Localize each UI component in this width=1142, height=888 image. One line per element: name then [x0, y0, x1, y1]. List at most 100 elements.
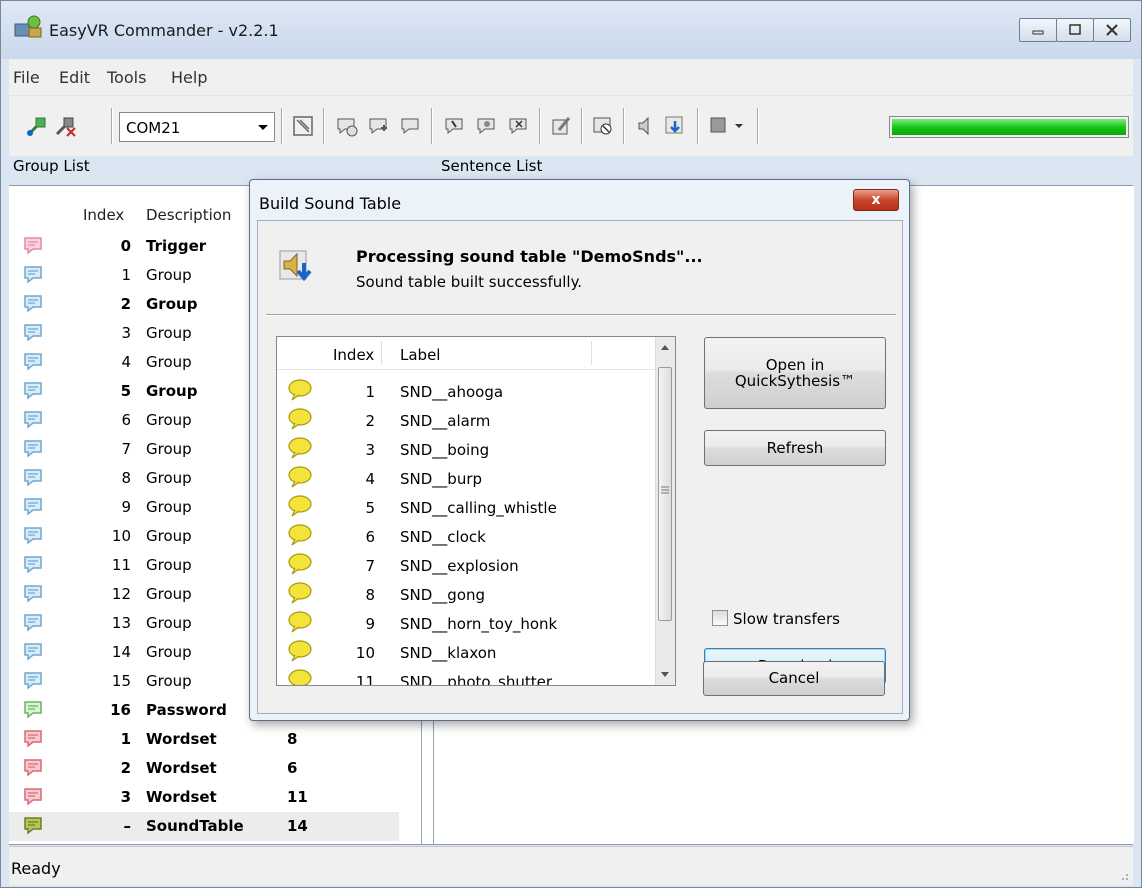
minimize-icon — [1032, 30, 1044, 35]
group-index-header[interactable]: Index — [83, 206, 124, 224]
sound-index: 9 — [365, 615, 375, 633]
sound-bubble-icon — [288, 611, 312, 633]
menu-edit[interactable]: Edit — [59, 68, 90, 87]
group-row[interactable]: 1 Wordset 8 — [9, 725, 399, 754]
group-index: 9 — [121, 498, 131, 516]
sound-bubble-icon — [288, 640, 312, 662]
speech-bubble-blue-icon — [24, 266, 42, 284]
sound-row[interactable]: 7 SND__explosion — [277, 551, 657, 580]
close-icon — [1106, 24, 1118, 36]
refresh-button[interactable]: Refresh — [704, 430, 886, 466]
group-description: SoundTable — [146, 817, 244, 835]
sound-row[interactable]: 2 SND__alarm — [277, 406, 657, 435]
maximize-button[interactable] — [1056, 18, 1094, 42]
toolbar: COM21 — [9, 95, 1133, 156]
sound-list-scrollbar[interactable] — [655, 337, 675, 685]
sound-list-header: Index Label — [277, 337, 657, 370]
scroll-thumb[interactable] — [658, 367, 672, 621]
group-index: 3 — [120, 788, 131, 806]
sound-download-icon[interactable] — [663, 114, 687, 138]
sound-row[interactable]: 1 SND__ahooga — [277, 377, 657, 406]
sound-bubble-icon — [288, 553, 312, 575]
add-group-icon[interactable] — [335, 114, 359, 138]
sound-row[interactable]: 6 SND__clock — [277, 522, 657, 551]
open-quicksynthesis-button[interactable]: Open in QuickSythesis™ — [704, 337, 886, 409]
sound-label: SND__explosion — [400, 557, 519, 575]
chevron-down-icon[interactable] — [252, 113, 274, 141]
edit-icon[interactable] — [549, 114, 573, 138]
speech-bubble-red-icon — [24, 730, 42, 748]
speaker-icon[interactable] — [633, 114, 657, 138]
group-index: 8 — [121, 469, 131, 487]
status-text: Ready — [11, 859, 61, 878]
group-description: Group — [146, 469, 192, 487]
scroll-up-icon[interactable] — [660, 343, 670, 351]
sound-row[interactable]: 10 SND__klaxon — [277, 638, 657, 667]
group-description: Group — [146, 614, 192, 632]
chevron-down-icon[interactable] — [733, 114, 745, 138]
speech-bubble-blue-icon — [24, 643, 42, 661]
stop-icon[interactable] — [591, 114, 615, 138]
build-sound-table-dialog: Build Sound Table x Processing sound tab… — [249, 179, 910, 721]
sound-row[interactable]: 11 SND__photo_shutter — [277, 667, 657, 686]
train-icon[interactable] — [443, 114, 467, 138]
speech-bubble-blue-icon — [24, 614, 42, 632]
erase-icon[interactable] — [507, 114, 531, 138]
group-description: Group — [146, 382, 198, 400]
speech-bubble-blue-icon — [24, 382, 42, 400]
com-port-select[interactable]: COM21 — [119, 112, 275, 142]
group-index: 14 — [111, 643, 131, 661]
sound-row[interactable]: 9 SND__horn_toy_honk — [277, 609, 657, 638]
device-icon[interactable] — [707, 114, 731, 138]
sound-row[interactable]: 8 SND__gong — [277, 580, 657, 609]
sound-label-header[interactable]: Label — [400, 346, 440, 364]
test-icon[interactable] — [475, 114, 499, 138]
close-window-button[interactable] — [1093, 18, 1131, 42]
sound-index: 11 — [355, 673, 375, 686]
scroll-down-icon[interactable] — [660, 671, 670, 679]
group-description: Group — [146, 411, 192, 429]
group-description: Password — [146, 701, 227, 719]
slow-transfers-checkbox[interactable] — [712, 610, 728, 626]
title-bar[interactable]: EasyVR Commander - v2.2.1 — [1, 1, 1141, 59]
menu-tools[interactable]: Tools — [107, 68, 146, 87]
group-description: Group — [146, 585, 192, 603]
group-description: Wordset — [146, 759, 217, 777]
disconnect-icon[interactable] — [53, 114, 77, 138]
dialog-close-button[interactable]: x — [853, 189, 899, 211]
add-command-icon[interactable] — [367, 114, 391, 138]
cancel-button[interactable]: Cancel — [703, 661, 885, 696]
sound-row[interactable]: 3 SND__boing — [277, 435, 657, 464]
sound-index: 6 — [365, 528, 375, 546]
sound-label: SND__alarm — [400, 412, 491, 430]
dialog-body: Processing sound table "DemoSnds"... Sou… — [257, 220, 903, 714]
sound-row[interactable]: 5 SND__calling_whistle — [277, 493, 657, 522]
sound-row[interactable]: 4 SND__burp — [277, 464, 657, 493]
menu-file[interactable]: File — [13, 68, 40, 87]
connect-icon[interactable] — [25, 114, 49, 138]
settings-icon[interactable] — [291, 114, 315, 138]
group-description-header[interactable]: Description — [146, 206, 231, 224]
group-index: 0 — [120, 237, 131, 255]
group-count: 6 — [287, 759, 298, 777]
speech-bubble-blue-icon — [24, 324, 42, 342]
sound-list[interactable]: Index Label 1 SND__ahooga 2 SND__alarm 3 SND_… — [276, 336, 676, 686]
minimize-button[interactable] — [1019, 18, 1057, 42]
speech-bubble-blue-icon — [24, 411, 42, 429]
group-index: 1 — [120, 730, 131, 748]
dialog-title: Build Sound Table — [259, 194, 402, 213]
remove-command-icon[interactable] — [399, 114, 423, 138]
sound-label: SND__calling_whistle — [400, 499, 557, 517]
group-index: 11 — [111, 556, 131, 574]
sound-label: SND__horn_toy_honk — [400, 615, 558, 633]
group-row[interactable]: – SoundTable 14 — [9, 812, 399, 841]
resize-grip-icon[interactable] — [1117, 869, 1129, 881]
group-description: Group — [146, 498, 192, 516]
menu-help[interactable]: Help — [171, 68, 207, 87]
speech-bubble-blue-icon — [24, 556, 42, 574]
group-row[interactable]: 3 Wordset 11 — [9, 783, 399, 812]
group-row[interactable]: 2 Wordset 6 — [9, 754, 399, 783]
group-description: Group — [146, 440, 192, 458]
slow-transfers-label[interactable]: Slow transfers — [733, 610, 840, 628]
sound-index-header[interactable]: Index — [333, 346, 374, 364]
